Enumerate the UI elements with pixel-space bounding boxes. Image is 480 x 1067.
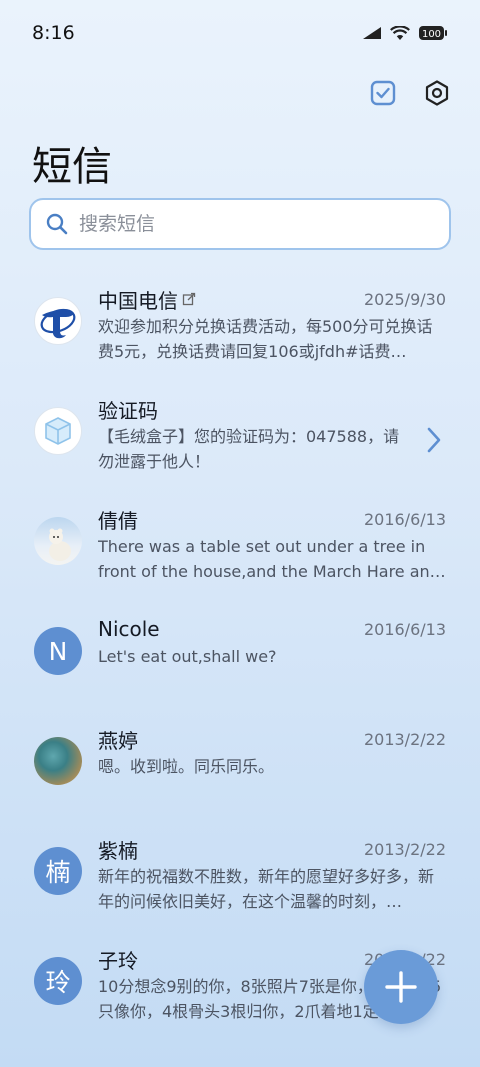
polar-bear-photo-icon (49, 528, 71, 561)
plus-icon (385, 971, 417, 1003)
conversation-body: 倩倩 2016/6/13 There was a table set out u… (98, 506, 446, 584)
select-button[interactable] (366, 76, 400, 110)
page-title: 短信 (32, 144, 112, 190)
top-actions (366, 76, 454, 110)
conversation-body: 验证码 【毛绒盒子】您的验证码为：047588，请勿泄露于他人！ (98, 396, 446, 474)
conversation-preview: 欢迎参加积分兑换话费活动，每500分可兑换话费5元，兑换话费请回复106或jfd… (98, 317, 433, 361)
new-message-button[interactable] (364, 950, 438, 1024)
conversation-name: 验证码 (98, 398, 158, 423)
avatar (34, 407, 82, 455)
avatar (34, 737, 82, 785)
conversation-name-text: 中国电信 (98, 288, 178, 313)
conversation-preview: Let's eat out,shall we? (98, 647, 277, 666)
avatar: 玲 (34, 957, 82, 1005)
conversation-body: 紫楠 2013/2/22 新年的祝福数不胜数，新年的愿望好多好多，新年的问候依旧… (98, 836, 446, 914)
verification-cube-icon (45, 417, 71, 445)
conversation-item[interactable]: 楠 紫楠 2013/2/22 新年的祝福数不胜数，新年的愿望好多好多，新年的问候… (0, 822, 480, 932)
search-icon (46, 213, 68, 235)
external-link-icon (182, 292, 196, 306)
conversation-preview: 嗯。收到啦。同乐同乐。 (98, 757, 275, 776)
battery-icon: 100 (419, 26, 447, 40)
conversation-item[interactable]: N Nicole 2016/6/13 Let's eat out,shall w… (0, 602, 480, 712)
conversation-list: 中国电信 2025/9/30 欢迎参加积分兑换话费活动，每500分可兑换话费5元… (0, 272, 480, 1042)
conversation-preview: There was a table set out under a tree i… (98, 537, 446, 581)
avatar: 楠 (34, 847, 82, 895)
conversation-preview: 【毛绒盒子】您的验证码为：047588，请勿泄露于他人！ (98, 427, 400, 471)
avatar: N (34, 627, 82, 675)
conversation-date: 2013/2/22 (363, 839, 446, 859)
avatar (34, 517, 82, 565)
china-telecom-logo-icon (40, 308, 76, 339)
conversation-item[interactable]: 验证码 【毛绒盒子】您的验证码为：047588，请勿泄露于他人！ (0, 382, 480, 492)
wifi-icon (390, 25, 410, 40)
conversation-name: Nicole (98, 617, 160, 641)
conversation-body: Nicole 2016/6/13 Let's eat out,shall we? (98, 616, 446, 669)
avatar (34, 297, 82, 345)
conversation-item[interactable]: 中国电信 2025/9/30 欢迎参加积分兑换话费活动，每500分可兑换话费5元… (0, 272, 480, 382)
settings-button[interactable] (420, 76, 454, 110)
conversation-name: 燕婷 (98, 728, 138, 753)
conversation-body: 燕婷 2013/2/22 嗯。收到啦。同乐同乐。 (98, 726, 446, 779)
conversation-date: 2016/6/13 (363, 619, 446, 639)
select-check-icon (370, 80, 396, 106)
conversation-name: 紫楠 (98, 838, 138, 863)
conversation-item[interactable]: 倩倩 2016/6/13 There was a table set out u… (0, 492, 480, 602)
conversation-name: 中国电信 (98, 285, 196, 314)
status-time: 8:16 (32, 22, 75, 44)
conversation-date: 2025/9/30 (363, 289, 446, 309)
chevron-right-icon[interactable] (426, 426, 442, 454)
conversation-date: 2016/6/13 (363, 509, 446, 529)
search-input[interactable] (79, 213, 419, 235)
settings-hex-icon (425, 80, 449, 106)
status-icons: 100 (362, 25, 448, 41)
conversation-body: 中国电信 2025/9/30 欢迎参加积分兑换话费活动，每500分可兑换话费5元… (98, 286, 446, 364)
conversation-item[interactable]: 燕婷 2013/2/22 嗯。收到啦。同乐同乐。 (0, 712, 480, 822)
conversation-date: 2013/2/22 (363, 729, 446, 749)
signal-icon (363, 27, 381, 39)
conversation-name: 子玲 (98, 948, 138, 973)
status-bar: 8:16 100 (0, 0, 480, 66)
search-box[interactable] (29, 198, 451, 250)
conversation-name: 倩倩 (98, 508, 138, 533)
battery-level: 100 (422, 29, 441, 40)
conversation-preview: 新年的祝福数不胜数，新年的愿望好多好多，新年的问候依旧美好，在这个温馨的时刻，… (98, 867, 435, 911)
